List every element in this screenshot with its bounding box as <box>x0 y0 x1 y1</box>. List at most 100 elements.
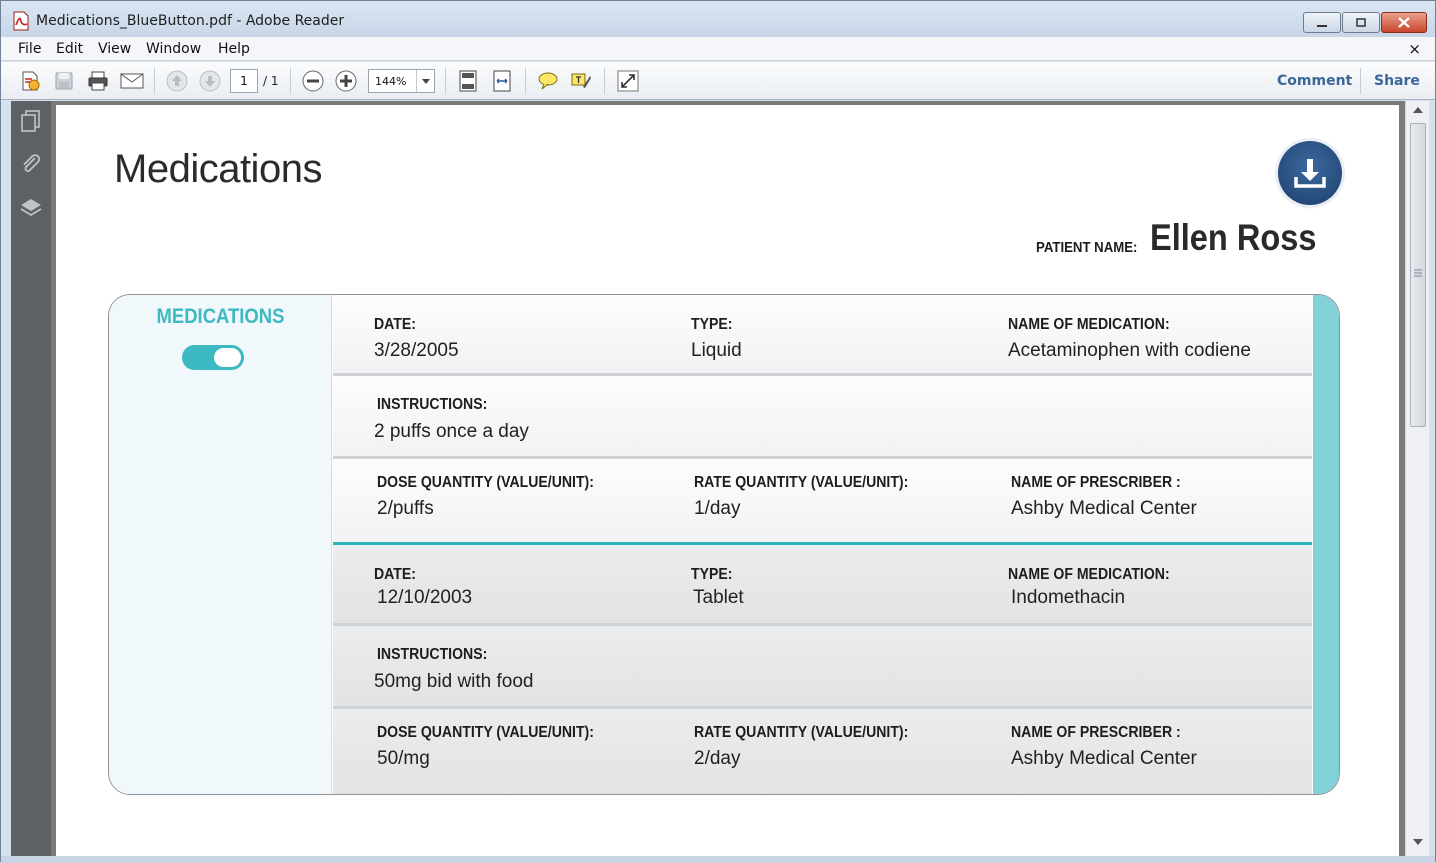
adobe-reader-window: Medications_BlueButton.pdf - Adobe Reade… <box>0 0 1436 863</box>
share-panel-button[interactable]: Share <box>1374 73 1420 89</box>
table-row: INSTRUCTIONS: 50mg bid with food <box>333 626 1312 706</box>
date-value: 3/28/2005 <box>374 340 459 361</box>
menu-view[interactable]: View <box>98 41 131 57</box>
instructions-label: INSTRUCTIONS: <box>377 396 488 413</box>
menu-window[interactable]: Window <box>146 41 201 57</box>
full-screen-button[interactable] <box>617 70 639 92</box>
type-value: Tablet <box>693 587 744 608</box>
type-label: TYPE: <box>691 566 733 583</box>
pdf-page: Medications PATIENT NAME: Ellen Ross MED… <box>56 105 1399 856</box>
menu-help[interactable]: Help <box>218 41 250 57</box>
rate-quantity-value: 1/day <box>694 498 741 519</box>
table-row: DOSE QUANTITY (VALUE/UNIT): 2/puffs RATE… <box>333 459 1312 543</box>
minimize-button[interactable] <box>1303 12 1341 33</box>
patient-name-label: PATIENT NAME: <box>1036 239 1138 256</box>
table-row: DOSE QUANTITY (VALUE/UNIT): 50/mg RATE Q… <box>333 709 1312 794</box>
medication-name-label: NAME OF MEDICATION: <box>1008 566 1170 583</box>
fit-width-button[interactable] <box>491 70 513 92</box>
expand-icon <box>617 70 639 92</box>
type-value: Liquid <box>691 340 742 361</box>
rate-quantity-label: RATE QUANTITY (VALUE/UNIT): <box>694 724 909 741</box>
prescriber-label: NAME OF PRESCRIBER : <box>1011 474 1181 491</box>
scroll-up-icon[interactable] <box>1413 107 1423 113</box>
table-row: DATE: 12/10/2003 TYPE: Tablet NAME OF ME… <box>333 545 1312 623</box>
dose-quantity-value: 50/mg <box>377 748 430 769</box>
zoom-value: 144% <box>375 75 407 88</box>
previous-page-button[interactable] <box>166 70 188 92</box>
arrow-up-icon <box>166 70 188 92</box>
date-label: DATE: <box>374 316 416 333</box>
date-label: DATE: <box>374 566 416 583</box>
dose-quantity-label: DOSE QUANTITY (VALUE/UNIT): <box>377 724 594 741</box>
window-controls <box>1302 12 1427 33</box>
plus-icon <box>335 70 357 92</box>
fit-page-button[interactable] <box>457 70 479 92</box>
pages-icon[interactable] <box>19 109 43 133</box>
envelope-icon <box>120 73 144 89</box>
instructions-value: 2 puffs once a day <box>374 421 529 442</box>
menu-bar: File Edit View Window Help × <box>1 37 1435 61</box>
scrollbar-thumb[interactable] <box>1410 123 1426 427</box>
next-page-button[interactable] <box>199 70 221 92</box>
document-viewer[interactable]: Medications PATIENT NAME: Ellen Ross MED… <box>51 101 1405 856</box>
highlight-text-button[interactable] <box>570 70 592 92</box>
menu-edit[interactable]: Edit <box>56 41 83 57</box>
sticky-note-button[interactable] <box>537 70 559 92</box>
patient-name: Ellen Ross <box>1150 217 1317 258</box>
zoom-in-button[interactable] <box>335 70 357 92</box>
fit-page-icon <box>459 70 477 92</box>
medication-name-value: Indomethacin <box>1011 587 1126 608</box>
zoom-dropdown-button[interactable] <box>416 70 434 92</box>
zoom-out-button[interactable] <box>302 70 324 92</box>
close-button[interactable] <box>1381 12 1427 33</box>
print-button[interactable] <box>87 70 109 92</box>
page-total: / 1 <box>263 74 279 88</box>
comment-panel-button[interactable]: Comment <box>1277 73 1352 89</box>
dose-quantity-value: 2/puffs <box>377 498 434 519</box>
restore-icon <box>1356 17 1366 27</box>
date-value: 12/10/2003 <box>377 587 473 608</box>
prescriber-label: NAME OF PRESCRIBER : <box>1011 724 1181 741</box>
rate-quantity-label: RATE QUANTITY (VALUE/UNIT): <box>694 474 909 491</box>
table-row: DATE: 3/28/2005 TYPE: Liquid NAME OF MED… <box>333 295 1312 373</box>
prescriber-value: Ashby Medical Center <box>1011 748 1197 769</box>
scroll-down-icon[interactable] <box>1413 839 1423 845</box>
pdf-icon <box>13 11 29 31</box>
minus-icon <box>302 70 324 92</box>
grip-icon <box>1414 269 1422 277</box>
email-button[interactable] <box>120 70 144 92</box>
arrow-down-icon <box>199 70 221 92</box>
medication-name-label: NAME OF MEDICATION: <box>1008 316 1170 333</box>
toolbar: 1 / 1 144% Comment Share <box>1 62 1435 100</box>
instructions-value: 50mg bid with food <box>374 671 534 692</box>
card-sidebar: MEDICATIONS <box>109 295 332 794</box>
close-icon <box>1398 17 1410 28</box>
highlighter-icon <box>571 73 591 88</box>
vertical-scrollbar[interactable] <box>1405 101 1429 856</box>
chevron-down-icon <box>421 78 430 84</box>
medications-card: MEDICATIONS DATE: 3/28/2005 TYPE: Liquid… <box>108 294 1340 795</box>
zoom-select[interactable]: 144% <box>368 69 435 93</box>
rate-quantity-value: 2/day <box>694 748 741 769</box>
fit-width-icon <box>493 70 511 92</box>
comment-bubble-icon <box>538 72 558 90</box>
navigation-pane <box>11 101 51 856</box>
page-number-input[interactable]: 1 <box>230 69 258 93</box>
print-icon <box>88 71 108 91</box>
medication-rows: DATE: 3/28/2005 TYPE: Liquid NAME OF MED… <box>333 295 1312 794</box>
close-document-button[interactable]: × <box>1408 40 1421 58</box>
restore-button[interactable] <box>1342 12 1380 33</box>
attachment-icon[interactable] <box>19 152 43 176</box>
save-button[interactable] <box>53 70 75 92</box>
save-icon <box>55 72 73 90</box>
card-accent-bar <box>1313 295 1339 794</box>
layers-icon[interactable] <box>19 195 43 219</box>
minimize-icon <box>1317 24 1327 27</box>
menu-file[interactable]: File <box>18 41 41 57</box>
instructions-label: INSTRUCTIONS: <box>377 646 488 663</box>
download-icon <box>1294 159 1326 188</box>
title-bar: Medications_BlueButton.pdf - Adobe Reade… <box>1 1 1435 37</box>
download-button[interactable] <box>1278 141 1342 205</box>
dose-quantity-label: DOSE QUANTITY (VALUE/UNIT): <box>377 474 594 491</box>
create-pdf-button[interactable] <box>19 70 41 92</box>
